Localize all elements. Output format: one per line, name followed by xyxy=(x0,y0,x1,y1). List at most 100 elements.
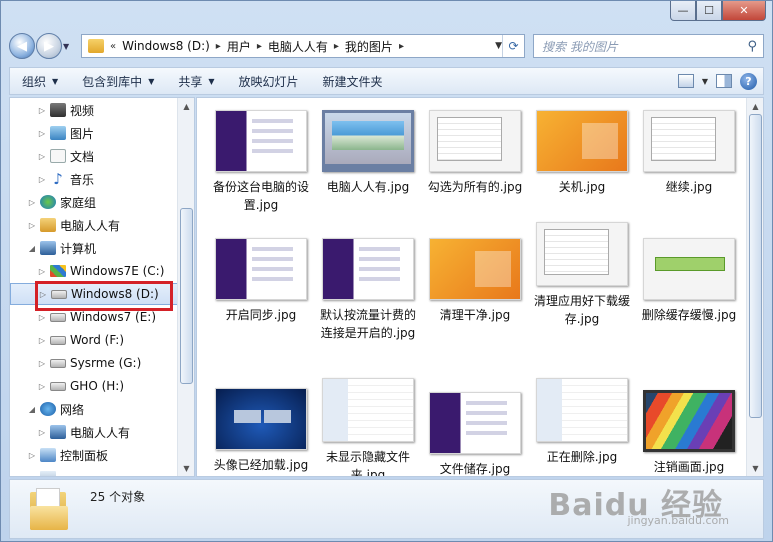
slideshow-button[interactable]: 放映幻灯片 xyxy=(227,68,311,94)
share-menu[interactable]: 共享 ▼ xyxy=(166,68,226,94)
sidebar-item-drive-c[interactable]: ▷ Windows7E (C:) xyxy=(36,260,164,282)
new-folder-button[interactable]: 新建文件夹 xyxy=(311,68,395,94)
navigation-scrollbar[interactable]: ▲ ▼ xyxy=(177,98,194,476)
maximize-button[interactable]: ☐ xyxy=(696,1,722,21)
include-in-library-menu[interactable]: 包含到库中 ▼ xyxy=(70,68,166,94)
sidebar-item-drive-g[interactable]: ▷ Sysrme (G:) xyxy=(36,352,141,374)
scroll-down-icon[interactable]: ▼ xyxy=(178,460,194,476)
sidebar-item-control-panel[interactable]: ▷ 控制面板 xyxy=(26,444,108,466)
collapse-arrow-icon[interactable]: ◢ xyxy=(26,405,38,414)
music-icon: ♪ xyxy=(53,170,63,188)
network-icon xyxy=(40,402,56,416)
sidebar-item-user-folder[interactable]: ▷ 电脑人人有 xyxy=(26,214,120,236)
scroll-up-icon[interactable]: ▲ xyxy=(178,98,194,114)
expand-arrow-icon[interactable]: ▷ xyxy=(26,198,38,207)
expand-arrow-icon[interactable]: ▷ xyxy=(36,313,48,322)
file-thumbnail xyxy=(215,238,307,300)
address-history-dropdown[interactable]: ▼ xyxy=(495,41,502,51)
search-input[interactable]: 搜索 我的图片 ⚲ xyxy=(533,34,764,58)
sidebar-item-drive-h[interactable]: ▷ GHO (H:) xyxy=(36,375,124,397)
breadcrumb-separator[interactable]: ▸ xyxy=(334,41,339,52)
expand-arrow-icon[interactable]: ▷ xyxy=(36,129,48,138)
collapse-arrow-icon[interactable]: ◢ xyxy=(26,244,38,253)
file-name: 删除缓存缓慢.jpg xyxy=(641,308,737,322)
file-item[interactable]: 默认按流量计费的连接是开启的.jpg xyxy=(316,238,420,342)
file-thumbnail xyxy=(322,238,414,300)
address-bar[interactable]: « Windows8 (D:) ▸ 用户 ▸ 电脑人人有 ▸ 我的图片 ▸ ▼ … xyxy=(81,34,525,58)
expand-arrow-icon[interactable]: ▷ xyxy=(36,106,48,115)
file-thumbnail xyxy=(429,238,521,300)
file-item[interactable]: 未显示隐藏文件夹.jpg xyxy=(316,378,420,477)
refresh-icon[interactable]: ⟳ xyxy=(502,35,524,57)
file-item[interactable]: 清理应用好下载缓存.jpg xyxy=(530,222,634,328)
sidebar-item-label: 文档 xyxy=(70,149,95,164)
sidebar-item-network-computer[interactable]: ▷ 电脑人人有 xyxy=(36,421,130,443)
file-item[interactable]: 开启同步.jpg xyxy=(209,238,313,324)
expand-arrow-icon[interactable]: ▷ xyxy=(36,336,48,345)
search-icon[interactable]: ⚲ xyxy=(747,39,757,54)
file-name: 未显示隐藏文件夹.jpg xyxy=(325,450,410,477)
sidebar-item-videos[interactable]: ▷ 视频 xyxy=(36,99,94,121)
expand-arrow-icon[interactable]: ▷ xyxy=(36,267,48,276)
scroll-down-icon[interactable]: ▼ xyxy=(747,460,763,476)
breadcrumb-separator[interactable]: ▸ xyxy=(399,41,404,52)
file-item[interactable]: 注销画面.jpg xyxy=(637,390,741,476)
recent-pages-dropdown[interactable]: ▼ xyxy=(63,42,77,51)
include-in-library-label: 包含到库中 xyxy=(82,74,143,89)
sidebar-item-recycle-bin[interactable] xyxy=(26,467,60,476)
expand-arrow-icon[interactable]: ▷ xyxy=(26,451,38,460)
video-icon xyxy=(50,103,66,117)
change-view-icon[interactable] xyxy=(677,74,694,88)
breadcrumb-overflow[interactable]: « xyxy=(110,41,116,52)
sidebar-item-drive-e[interactable]: ▷ Windows7 (E:) xyxy=(36,306,156,328)
expand-arrow-icon[interactable]: ▷ xyxy=(36,382,48,391)
breadcrumb-separator[interactable]: ▸ xyxy=(216,41,221,52)
minimize-button[interactable]: — xyxy=(670,1,696,21)
file-item[interactable]: 删除缓存缓慢.jpg xyxy=(637,238,741,324)
expand-arrow-icon[interactable]: ▷ xyxy=(36,175,48,184)
sidebar-item-computer[interactable]: ◢ 计算机 xyxy=(26,237,96,259)
file-item[interactable]: 文件储存.jpg xyxy=(423,392,527,476)
sidebar-item-homegroup[interactable]: ▷ 家庭组 xyxy=(26,191,96,213)
drive-icon xyxy=(50,381,66,391)
forward-button[interactable]: ▶ xyxy=(36,33,62,59)
breadcrumb-user[interactable]: 电脑人人有 xyxy=(268,38,328,55)
sidebar-item-label: GHO (H:) xyxy=(70,379,125,393)
folder-icon xyxy=(88,39,104,53)
sidebar-item-drive-f[interactable]: ▷ Word (F:) xyxy=(36,329,124,351)
file-item[interactable]: 清理干净.jpg xyxy=(423,238,527,324)
help-icon[interactable]: ? xyxy=(740,72,757,90)
file-item[interactable]: 头像已经加载.jpg xyxy=(209,388,313,474)
file-thumbnail xyxy=(215,110,307,172)
breadcrumb-users[interactable]: 用户 xyxy=(227,38,251,55)
file-item[interactable]: 备份这台电脑的设置.jpg xyxy=(209,110,313,214)
file-item[interactable]: 电脑人人有.jpg xyxy=(316,110,420,196)
watermark-url: jingyan.baidu.com xyxy=(627,514,729,527)
breadcrumb-my-pictures[interactable]: 我的图片 xyxy=(345,38,393,55)
sidebar-item-music[interactable]: ▷ ♪ 音乐 xyxy=(36,168,94,190)
breadcrumb-drive[interactable]: Windows8 (D:) xyxy=(122,39,210,53)
sidebar-item-network[interactable]: ◢ 网络 xyxy=(26,398,84,420)
scrollbar-thumb[interactable] xyxy=(180,208,193,384)
file-item[interactable]: 勾选为所有的.jpg xyxy=(423,110,527,196)
expand-arrow-icon[interactable]: ▷ xyxy=(26,221,38,230)
view-options-dropdown[interactable]: ▼ xyxy=(702,77,708,86)
expand-arrow-icon[interactable]: ▷ xyxy=(36,359,48,368)
expand-arrow-icon[interactable]: ▷ xyxy=(36,428,48,437)
sidebar-item-label: 视频 xyxy=(70,103,95,118)
back-button[interactable]: ◀ xyxy=(9,33,35,59)
file-item[interactable]: 继续.jpg xyxy=(637,110,741,196)
organize-menu[interactable]: 组织 ▼ xyxy=(10,68,70,94)
sidebar-item-documents[interactable]: ▷ 文档 xyxy=(36,145,94,167)
breadcrumb-separator[interactable]: ▸ xyxy=(257,41,262,52)
file-pane-scrollbar[interactable]: ▲ ▼ xyxy=(746,98,763,476)
scrollbar-thumb[interactable] xyxy=(749,114,762,418)
search-placeholder: 搜索 我的图片 xyxy=(542,39,618,54)
expand-arrow-icon[interactable]: ▷ xyxy=(36,152,48,161)
scroll-up-icon[interactable]: ▲ xyxy=(747,98,763,114)
preview-pane-icon[interactable] xyxy=(716,74,732,88)
file-item[interactable]: 正在删除.jpg xyxy=(530,378,634,466)
file-item[interactable]: 关机.jpg xyxy=(530,110,634,196)
close-button[interactable]: ✕ xyxy=(722,1,766,21)
sidebar-item-pictures[interactable]: ▷ 图片 xyxy=(36,122,94,144)
